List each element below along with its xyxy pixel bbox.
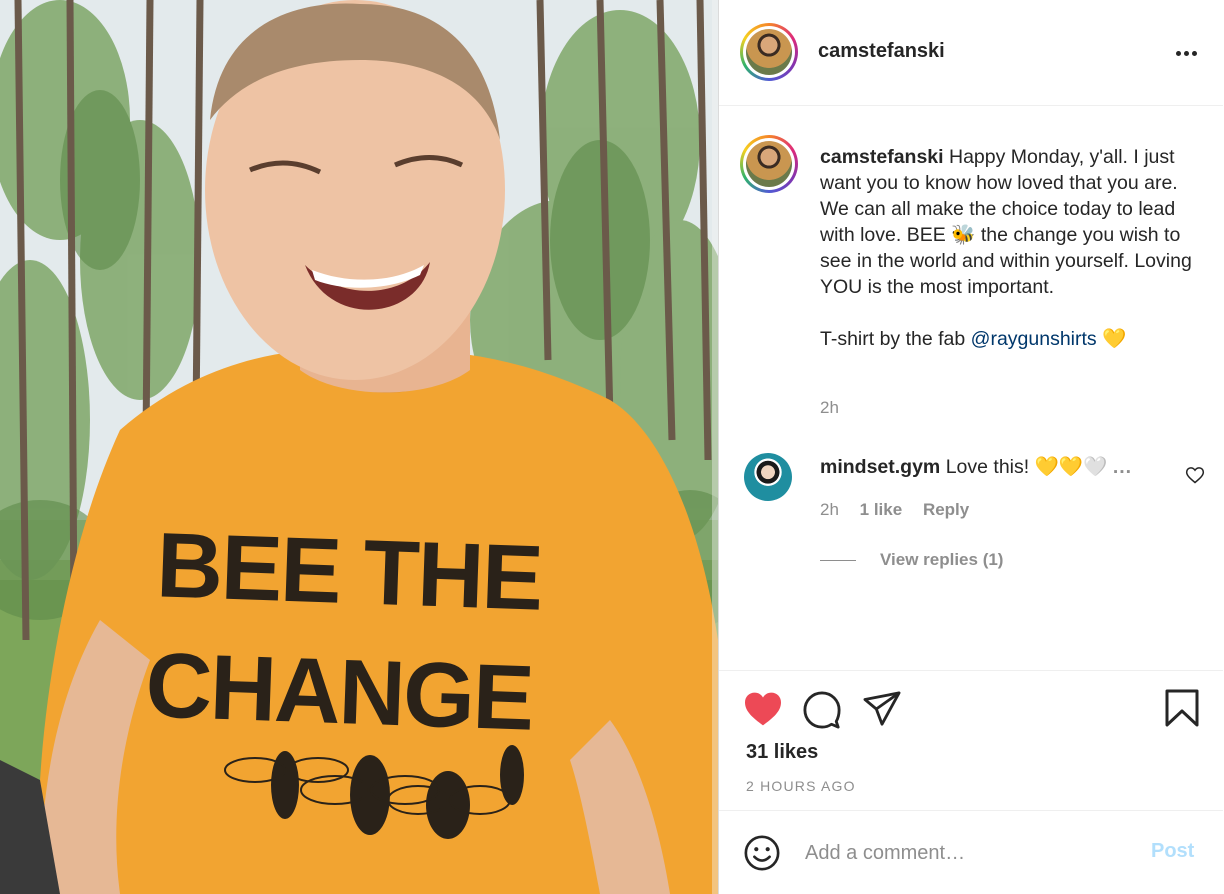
share-paper-plane-icon[interactable] [863, 691, 901, 727]
add-comment-bar: Post [719, 812, 1223, 894]
view-replies-label: View replies (1) [880, 550, 1004, 569]
caption-author-avatar[interactable] [740, 135, 798, 193]
view-replies-dash [820, 559, 856, 561]
author-avatar[interactable] [740, 23, 798, 81]
mention-link[interactable]: @raygunshirts [971, 328, 1097, 350]
comment-like-heart-icon[interactable] [1185, 465, 1205, 485]
post-timestamp[interactable]: 2 HOURS AGO [746, 778, 856, 794]
like-heart-icon[interactable] [743, 691, 783, 727]
heart-emoji: 💛 [1096, 328, 1127, 350]
comment-reply-button[interactable]: Reply [923, 500, 969, 519]
post-comment-button[interactable]: Post [1151, 840, 1194, 863]
comment-text: mindset.gym Love this! 💛💛🤍 ... [820, 455, 1132, 479]
comment-more-ellipsis[interactable]: ... [1113, 456, 1132, 478]
photo-scene [0, 0, 718, 894]
caption-time[interactable]: 2h [820, 398, 839, 418]
caption-text: camstefanski Happy Monday, y'all. I just… [820, 144, 1210, 352]
post-actions: 31 likes 2 HOURS AGO [719, 670, 1223, 811]
likes-count[interactable]: 31 likes [746, 741, 818, 764]
comment-bubble-icon[interactable] [803, 691, 841, 729]
comment-time[interactable]: 2h [820, 500, 839, 519]
comment-likes-count[interactable]: 1 like [860, 500, 903, 519]
emoji-smiley-icon[interactable] [743, 834, 781, 872]
add-comment-input[interactable] [805, 838, 1135, 868]
bee-emoji: 🐝 [951, 224, 976, 246]
save-bookmark-icon[interactable] [1165, 689, 1199, 727]
caption-username[interactable]: camstefanski [820, 146, 944, 168]
view-replies-button[interactable]: View replies (1) [820, 550, 1003, 570]
more-options-icon[interactable] [1171, 40, 1201, 66]
commenter-avatar[interactable] [744, 453, 792, 501]
post-photo[interactable]: BEE THE CHANGE [0, 0, 718, 894]
post-header: camstefanski [719, 0, 1223, 106]
comment-body: Love this! 💛💛🤍 [940, 456, 1108, 478]
commenter-username[interactable]: mindset.gym [820, 456, 940, 478]
post-side-panel: camstefanski camstefanski Happy Monday, … [718, 0, 1224, 894]
author-username[interactable]: camstefanski [818, 40, 945, 63]
comment-meta: 2h 1 like Reply [820, 500, 985, 520]
